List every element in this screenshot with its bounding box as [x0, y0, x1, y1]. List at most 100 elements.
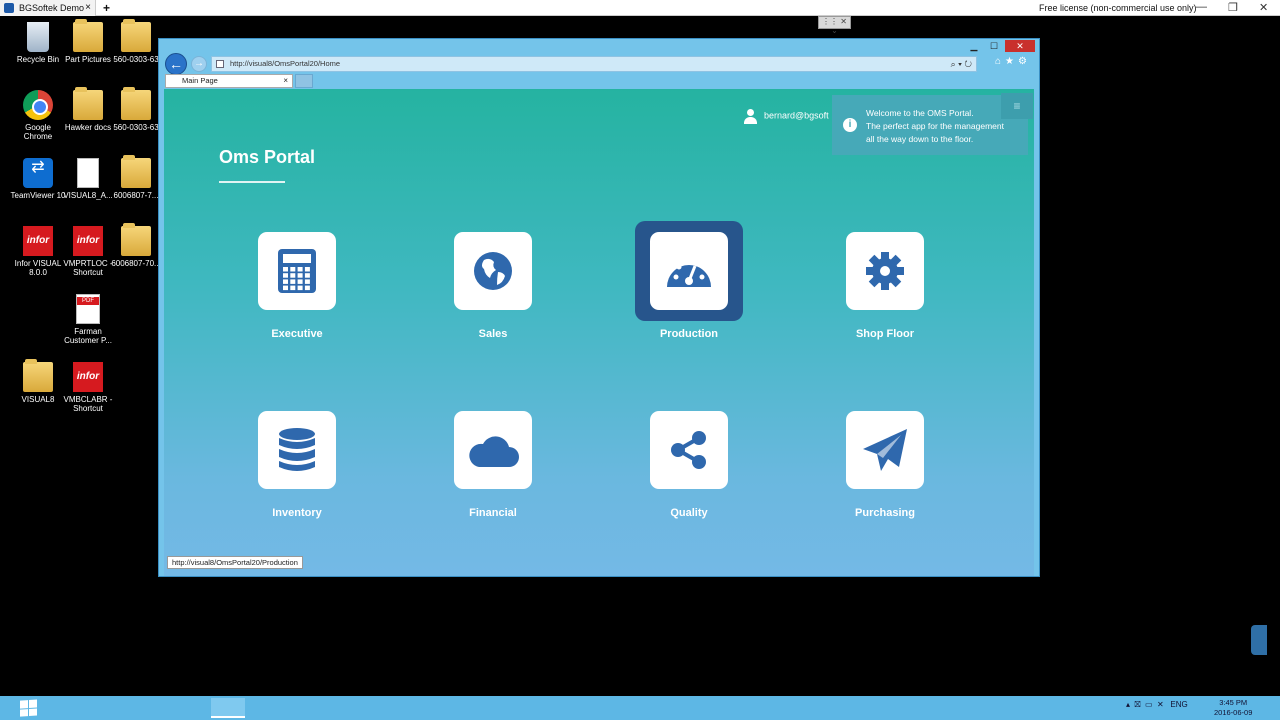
tile-icon-box[interactable]	[846, 232, 924, 310]
info-icon: i	[843, 118, 857, 132]
globe-icon	[472, 250, 514, 292]
desktop-icon[interactable]: Recycle Bin	[10, 22, 66, 64]
tile-icon-box[interactable]	[846, 411, 924, 489]
tile-sales[interactable]: Sales	[423, 232, 563, 340]
desktop-icon-label: Google Chrome	[23, 123, 53, 141]
file-explorer-icon[interactable]	[130, 698, 164, 718]
tile-label[interactable]: Sales	[423, 328, 563, 340]
recycle-bin-icon	[27, 22, 49, 52]
folder-icon	[73, 19, 103, 52]
tile-icon-box[interactable]	[650, 411, 728, 489]
restore-icon[interactable]: ❐	[1228, 1, 1238, 14]
tile-label[interactable]: Shop Floor	[815, 328, 955, 340]
desktop-icon-label: VISUAL8	[21, 395, 55, 404]
close-icon[interactable]: ×	[283, 75, 288, 87]
desktop-icon[interactable]: Farman Customer P...	[60, 294, 116, 345]
desktop-icon-label: 560-0303-63	[113, 123, 159, 132]
tab-main-page[interactable]: Main Page ×	[165, 74, 293, 88]
tile-purchasing[interactable]: Purchasing	[815, 411, 955, 519]
tab-row: Main Page ×	[163, 74, 1037, 90]
share-icon	[668, 429, 710, 471]
desktop-icon[interactable]: 6006807-70...	[108, 223, 164, 268]
back-button[interactable]: ←	[165, 53, 187, 75]
desktop-icon[interactable]: infor VMBCLABR - Shortcut	[60, 362, 116, 413]
tile-label[interactable]: Quality	[619, 507, 759, 519]
menu-icon[interactable]: ≡	[1001, 93, 1033, 119]
network-tool-icon[interactable]	[251, 698, 285, 718]
folder-icon	[121, 155, 151, 188]
search-refresh-icons[interactable]: ⌕ ▾ ↻	[951, 57, 972, 71]
desktop-icon-label: Recycle Bin	[16, 55, 60, 64]
desktop-icon-label: 560-0303-63	[113, 55, 159, 64]
tile-label[interactable]: Inventory	[227, 507, 367, 519]
minimize-icon[interactable]: —	[1196, 1, 1207, 13]
infor-icon[interactable]	[372, 698, 406, 718]
dashboard-gauge-icon	[664, 251, 714, 291]
desktop-icon[interactable]: VISUAL8	[10, 359, 66, 404]
desktop-icon[interactable]: 560-0303-63	[108, 19, 164, 64]
tile-shop-floor[interactable]: Shop Floor	[815, 232, 955, 340]
new-tab-icon[interactable]: +	[103, 1, 110, 15]
folder-icon	[121, 87, 151, 120]
tile-icon-box[interactable]	[258, 411, 336, 489]
paint-icon[interactable]	[332, 698, 366, 718]
user-menu[interactable]: bernard@bgsoft	[744, 109, 829, 124]
tile-label[interactable]: Purchasing	[815, 507, 955, 519]
teamviewer-side-panel[interactable]	[1251, 625, 1267, 655]
internet-explorer-icon[interactable]	[211, 698, 245, 718]
desktop-icon[interactable]: infor Infor VISUAL 8.0.0	[10, 226, 66, 277]
desktop-icon-label: TeamViewer 10	[10, 191, 66, 200]
tile-icon-box[interactable]	[258, 232, 336, 310]
desktop-icon[interactable]: 6006807-7...	[108, 155, 164, 200]
taskbar: ▴ ⛝ ▭ ✕ ENG 3:45 PM 2016-06-09	[0, 696, 1280, 720]
address-url: http://visual8/OmsPortal20/Home	[230, 59, 341, 68]
chrome-icon	[23, 90, 53, 120]
infor-icon: infor	[73, 362, 103, 392]
desktop-icon-label: Farman Customer P...	[64, 327, 112, 345]
new-tab-button[interactable]	[295, 74, 313, 88]
navigation-bar: ← → http://visual8/OmsPortal20/Home ⌕ ▾ …	[163, 52, 1037, 75]
tile-label[interactable]: Executive	[227, 328, 367, 340]
teamviewer-icon	[23, 158, 53, 188]
maximize-icon[interactable]: ☐	[985, 40, 1003, 52]
folder-icon	[121, 19, 151, 52]
user-email: bernard@bgsoft	[764, 110, 829, 121]
clock-date: 2016-06-09	[1214, 708, 1253, 717]
clock[interactable]: 3:45 PM 2016-06-09	[1214, 698, 1252, 718]
system-tray[interactable]: ▴ ⛝ ▭ ✕ ENG	[1126, 700, 1188, 710]
tile-icon-box[interactable]	[454, 232, 532, 310]
tile-inventory[interactable]: Inventory	[227, 411, 367, 519]
tile-label[interactable]: Financial	[423, 507, 563, 519]
server-manager-icon[interactable]	[50, 698, 84, 718]
close-icon[interactable]: ✕	[1005, 40, 1035, 52]
tile-quality[interactable]: Quality	[619, 411, 759, 519]
tile-executive[interactable]: Executive	[227, 232, 367, 340]
minimize-icon[interactable]: ▁	[965, 40, 983, 52]
license-notice: Free license (non-commercial use only)	[1039, 3, 1197, 13]
toast-line: The perfect app for the management	[866, 121, 1004, 131]
tile-icon-box[interactable]	[454, 411, 532, 489]
powershell-icon[interactable]	[90, 698, 124, 718]
browser-tool-icons[interactable]: ⌂★⚙	[995, 56, 1031, 67]
folder-icon	[23, 359, 53, 392]
forward-button[interactable]: →	[191, 56, 207, 72]
desktop-icon[interactable]: Google Chrome	[10, 90, 66, 141]
desktop-icon-label: VMBCLABR - Shortcut	[63, 395, 113, 413]
desktop-icon[interactable]: TeamViewer 10	[10, 158, 66, 200]
clock-time: 3:45 PM	[1219, 698, 1248, 707]
tile-label[interactable]: Production	[619, 328, 759, 340]
chrome-icon[interactable]	[170, 698, 204, 718]
close-icon[interactable]: ×	[85, 2, 91, 13]
teamviewer-icon[interactable]	[292, 698, 326, 718]
pdf-icon	[76, 294, 100, 324]
address-bar[interactable]: http://visual8/OmsPortal20/Home ⌕ ▾ ↻	[211, 56, 977, 72]
tile-icon-box[interactable]	[635, 221, 743, 321]
close-icon[interactable]: ✕	[1259, 1, 1268, 14]
desktop-icon[interactable]: 560-0303-63	[108, 87, 164, 132]
session-tab[interactable]: BGSoftek Demo ×	[0, 0, 96, 16]
windows-start-icon[interactable]	[20, 699, 38, 717]
remote-session-bar: BGSoftek Demo × + Free license (non-comm…	[0, 0, 1280, 16]
tile-production[interactable]: Production	[619, 221, 759, 340]
tile-financial[interactable]: Financial	[423, 411, 563, 519]
toolbar-grip[interactable]: ⋮⋮ ✕ ⌄	[818, 16, 851, 35]
